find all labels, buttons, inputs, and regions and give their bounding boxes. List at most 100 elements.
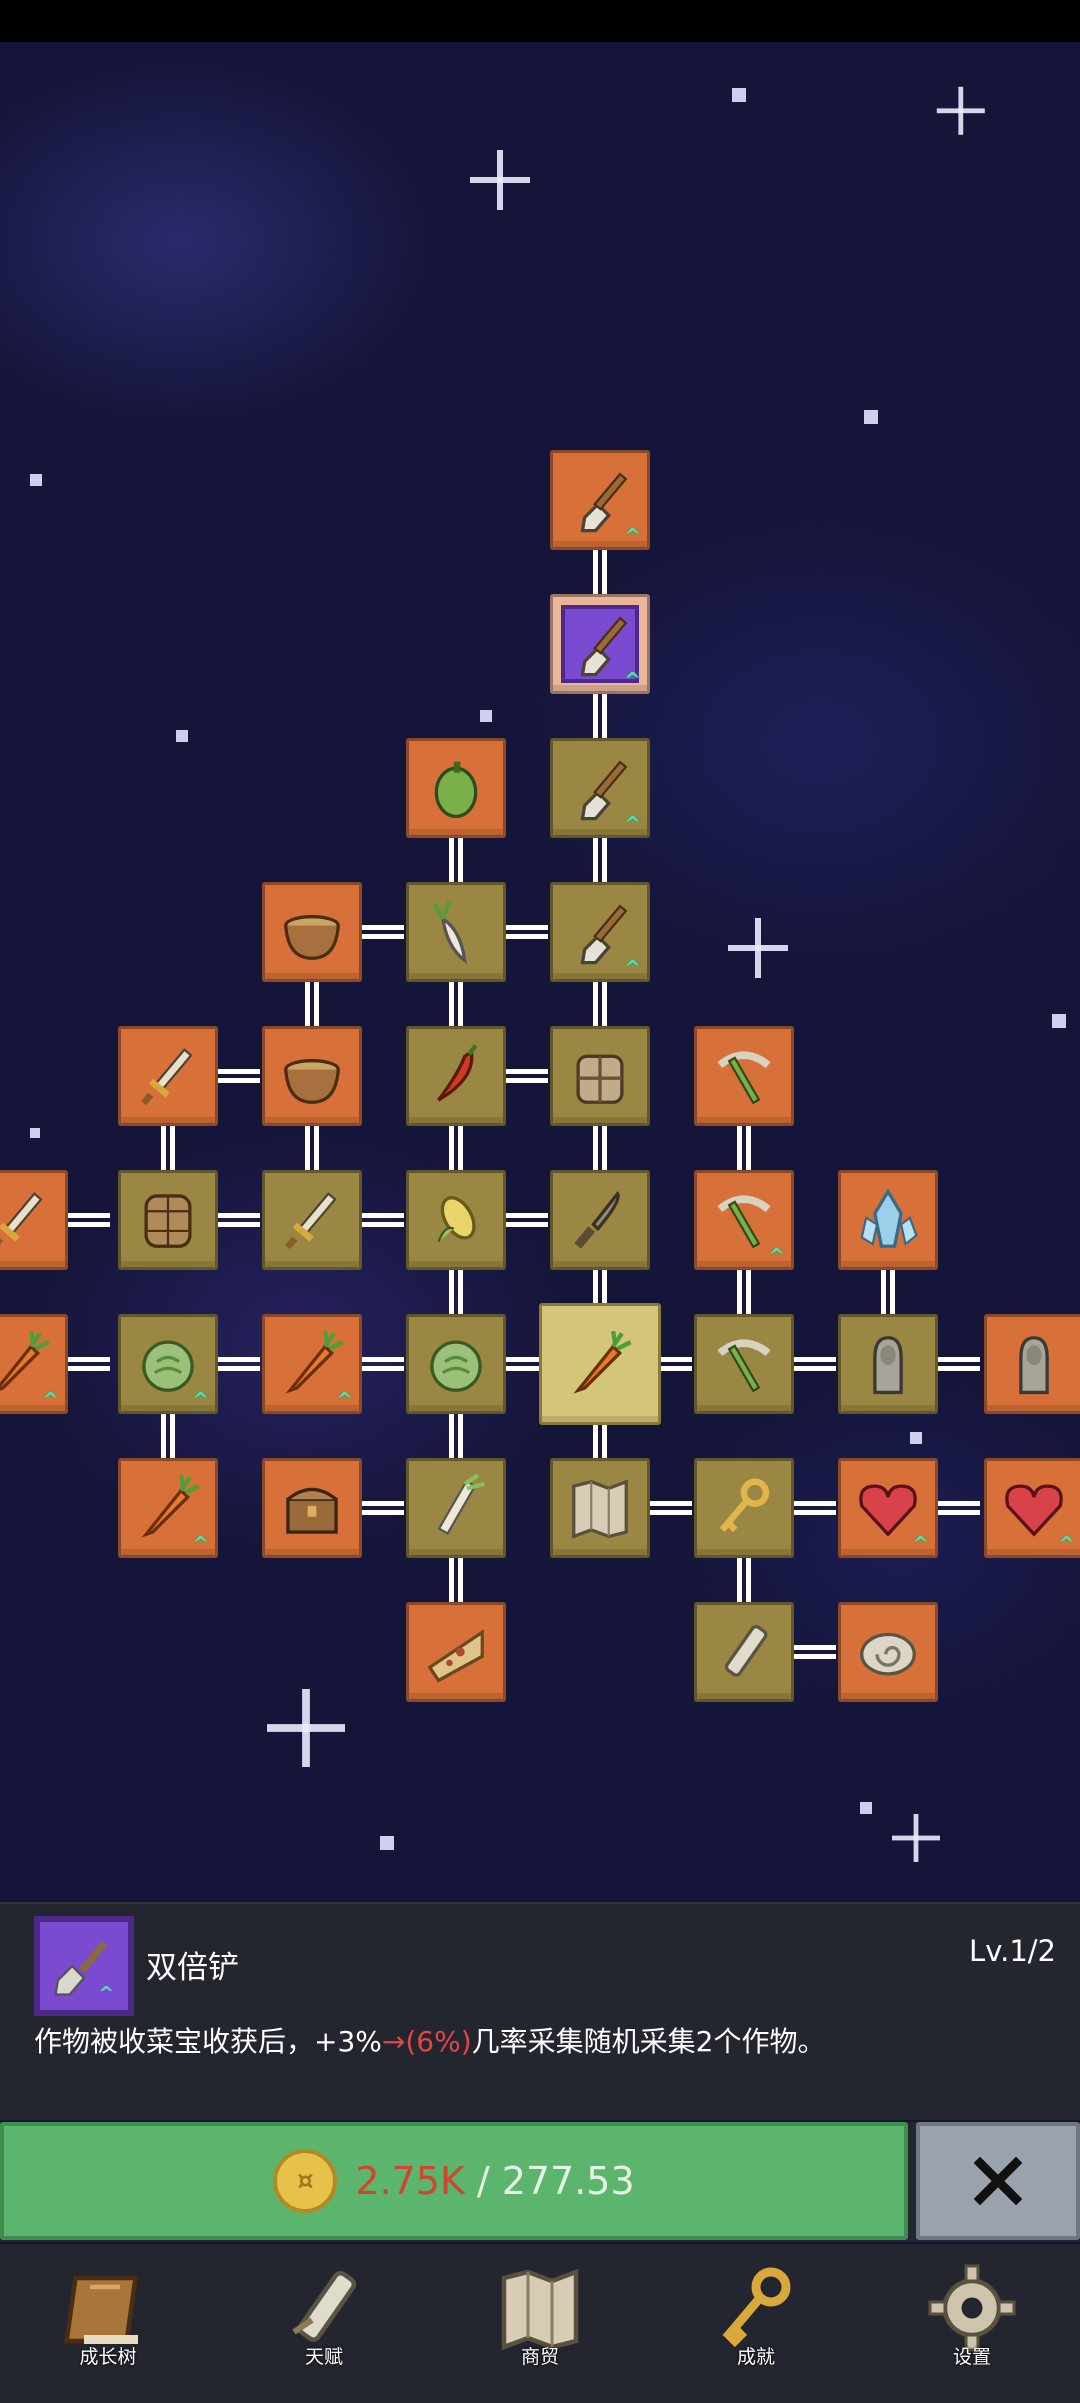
tree-connector <box>449 838 463 882</box>
upgrade-price: 277.53 <box>501 2159 635 2203</box>
skill-node[interactable]: ^ <box>118 1458 218 1558</box>
tree-connector <box>593 838 607 882</box>
skill-node[interactable] <box>118 1170 218 1270</box>
skill-node[interactable]: ^ <box>550 594 650 694</box>
skill-detail-panel: ^ 双倍铲 Lv.1/2 作物被收菜宝收获后，+3%→(6%)几率采集随机采集2… <box>0 1902 1080 2120</box>
skill-node[interactable] <box>539 1303 661 1425</box>
skill-node[interactable] <box>838 1602 938 1702</box>
leek-icon <box>437 1473 485 1535</box>
nav-trade[interactable]: 商贸 <box>432 2244 648 2403</box>
close-button[interactable] <box>916 2122 1080 2240</box>
skill-node[interactable] <box>550 1026 650 1126</box>
skill-node[interactable] <box>694 1026 794 1126</box>
tree-connector <box>593 694 607 738</box>
carrot-icon <box>573 1330 632 1394</box>
tree-connector <box>362 1501 404 1515</box>
skill-node[interactable] <box>984 1314 1080 1414</box>
skill-name: 双倍铲 <box>146 1950 239 1986</box>
radish-icon <box>432 900 467 965</box>
skill-node[interactable]: ^ <box>550 450 650 550</box>
cost-separator: / <box>476 2159 490 2203</box>
tree-connector <box>362 925 404 939</box>
tree-connector <box>449 1558 463 1602</box>
skill-node[interactable] <box>550 1458 650 1558</box>
tree-connector <box>794 1501 836 1515</box>
upgrade-button[interactable]: ¤ 2.75K / 277.53 <box>0 2122 908 2240</box>
skill-node[interactable] <box>406 882 506 982</box>
tree-connector <box>794 1357 836 1371</box>
upgrade-chevron-icon: ^ <box>624 524 641 548</box>
skill-node[interactable]: ^ <box>694 1170 794 1270</box>
skill-node[interactable]: ^ <box>550 738 650 838</box>
skill-node[interactable] <box>550 1170 650 1270</box>
skill-node[interactable] <box>262 882 362 982</box>
skill-node[interactable] <box>406 738 506 838</box>
skill-node[interactable] <box>118 1026 218 1126</box>
skill-node[interactable] <box>262 1026 362 1126</box>
statue-icon <box>1019 1336 1049 1395</box>
skill-tree-canvas[interactable]: ^ ^ ^ ^ ^ ^ ^ ^ ^ ^ ^ <box>0 42 1080 1902</box>
sword-icon <box>285 1192 337 1250</box>
upgrade-chevron-icon: ^ <box>624 956 641 980</box>
bowl-icon <box>284 915 340 960</box>
status-bar <box>0 0 1080 42</box>
skill-node[interactable] <box>406 1026 506 1126</box>
skill-node[interactable] <box>262 1170 362 1270</box>
skill-node[interactable]: ^ <box>984 1458 1080 1558</box>
tree-connector <box>593 550 607 594</box>
skill-node[interactable] <box>694 1458 794 1558</box>
scroll-icon <box>724 1625 768 1677</box>
skill-node[interactable]: ^ <box>118 1314 218 1414</box>
skill-node[interactable] <box>406 1458 506 1558</box>
nav-settings[interactable]: 设置 <box>864 2244 1080 2403</box>
tree-connector <box>362 1213 404 1227</box>
sword-icon <box>141 1048 193 1106</box>
skill-node[interactable]: ^ <box>838 1458 938 1558</box>
desc-prefix: 作物被收菜宝收获后，+3% <box>34 2025 382 2058</box>
desc-highlight: (6%) <box>405 2025 472 2058</box>
skill-description: 作物被收菜宝收获后，+3%→(6%)几率采集随机采集2个作物。 <box>34 2020 825 2060</box>
nav-achievement[interactable]: 成就 <box>648 2244 864 2403</box>
skill-node[interactable]: ^ <box>0 1314 68 1414</box>
tree-connector <box>593 982 607 1026</box>
tree-connector <box>881 1270 895 1314</box>
skill-node[interactable] <box>406 1602 506 1702</box>
nav-label-trade: 商贸 <box>520 2346 559 2368</box>
nav-label-talent: 天赋 <box>304 2346 343 2368</box>
tree-connector <box>68 1357 110 1371</box>
nav-growth-tree[interactable]: 成长树 <box>0 2244 216 2403</box>
tree-connector <box>218 1357 260 1371</box>
svg-text:^: ^ <box>98 1982 114 2004</box>
tree-connector <box>506 1069 548 1083</box>
barrel-icon <box>144 1194 192 1248</box>
shovel-icon: ^ <box>34 1916 134 2016</box>
desc-suffix: 几率采集随机采集2个作物。 <box>471 2025 826 2058</box>
pickaxe-icon <box>717 1339 771 1393</box>
skill-node[interactable] <box>694 1314 794 1414</box>
skill-node[interactable]: ^ <box>550 882 650 982</box>
coins-owned: 2.75K <box>355 2159 465 2203</box>
skill-node[interactable] <box>838 1314 938 1414</box>
skill-node[interactable] <box>406 1170 506 1270</box>
tree-connector <box>449 982 463 1026</box>
tree-connector <box>737 1270 751 1314</box>
tree-connector <box>161 1414 175 1458</box>
skill-node[interactable] <box>838 1170 938 1270</box>
upgrade-chevron-icon: ^ <box>624 812 641 836</box>
map-icon <box>572 1479 628 1539</box>
skill-node[interactable] <box>0 1170 68 1270</box>
tree-connector <box>449 1126 463 1170</box>
skill-node[interactable] <box>694 1602 794 1702</box>
skill-node[interactable]: ^ <box>262 1314 362 1414</box>
nav-talent[interactable]: 天赋 <box>216 2244 432 2403</box>
upgrade-chevron-icon: ^ <box>42 1388 59 1412</box>
skill-node[interactable] <box>406 1314 506 1414</box>
statue-icon <box>873 1336 903 1395</box>
chili-icon <box>437 1044 478 1102</box>
sword-icon <box>0 1192 43 1250</box>
upgrade-chevron-icon: ^ <box>624 668 641 692</box>
desc-arrow: → <box>381 2025 406 2058</box>
tree-connector <box>737 1558 751 1602</box>
skill-node[interactable] <box>262 1458 362 1558</box>
crystal-icon <box>860 1188 918 1248</box>
